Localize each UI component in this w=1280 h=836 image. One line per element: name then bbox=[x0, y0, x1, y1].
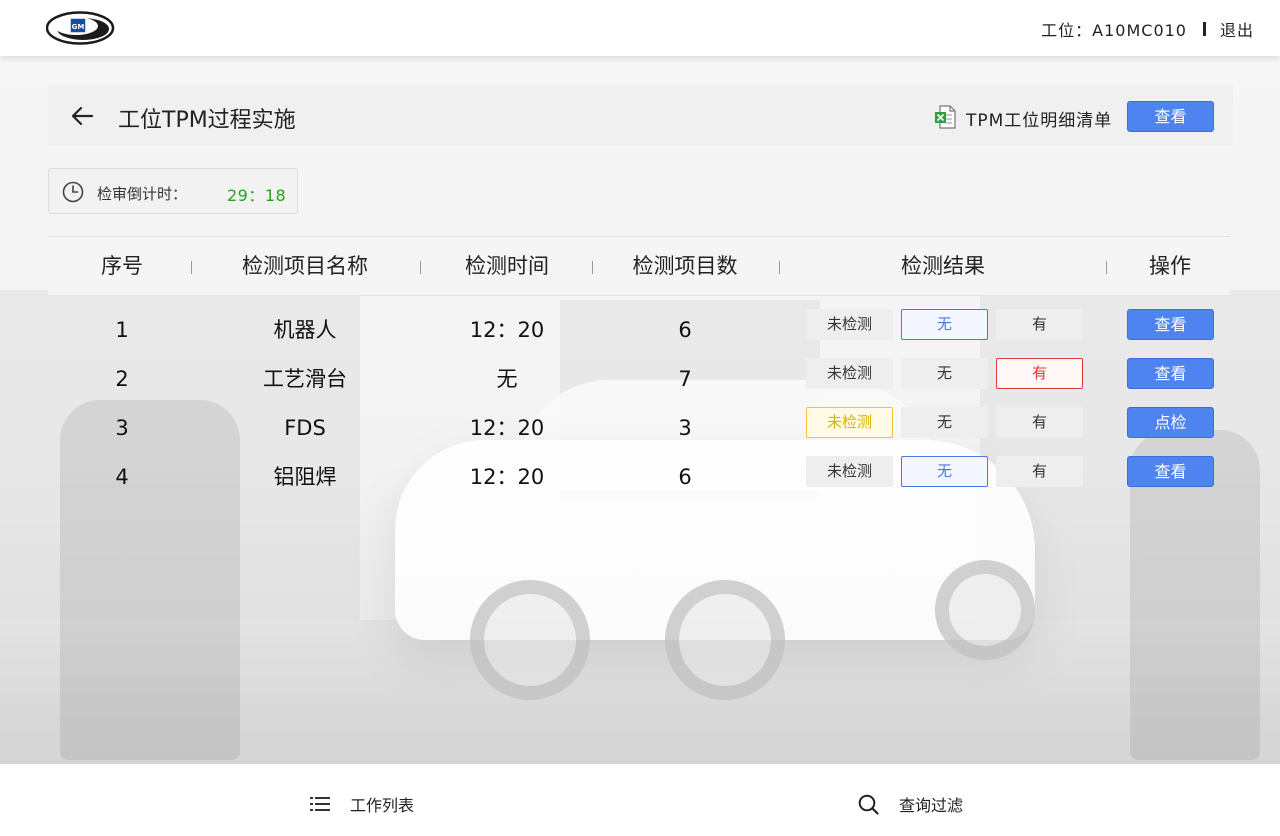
row-count: 6 bbox=[678, 465, 692, 489]
audit-countdown: 检审倒计时： 29：18 bbox=[48, 168, 298, 214]
result-unchecked-option[interactable]: 未检测 bbox=[806, 309, 893, 340]
row-count: 3 bbox=[678, 416, 692, 440]
clock-icon bbox=[62, 181, 84, 203]
svg-text:GM: GM bbox=[72, 23, 85, 31]
column-header-result: 检测结果 bbox=[901, 254, 985, 278]
title-panel: 工位TPM过程实施 TPM工位明细清单 查看 bbox=[48, 85, 1233, 146]
row-time: 12：20 bbox=[469, 416, 545, 440]
row-time: 12：20 bbox=[469, 465, 545, 489]
page-title: 工位TPM过程实施 bbox=[118, 108, 296, 133]
column-divider bbox=[191, 261, 192, 274]
nav-query-filter-label: 查询过滤 bbox=[899, 796, 964, 815]
row-view-button[interactable]: 查看 bbox=[1127, 309, 1214, 340]
countdown-value: 29：18 bbox=[227, 186, 287, 205]
nav-query-filter[interactable]: 查询过滤 bbox=[858, 792, 963, 816]
result-unchecked-option[interactable]: 未检测 bbox=[806, 456, 893, 487]
bottom-nav: 工作列表 查询过滤 bbox=[0, 764, 1280, 836]
column-header-time: 检测时间 bbox=[465, 254, 549, 278]
row-index: 4 bbox=[115, 465, 129, 489]
row-item-name: 铝阻焊 bbox=[273, 465, 337, 489]
column-header-count: 检测项目数 bbox=[632, 254, 738, 278]
row-item-name: 工艺滑台 bbox=[263, 367, 347, 391]
user-area: 工位：A10MC010 退出 bbox=[1041, 17, 1254, 41]
table-row: 3 FDS 12：20 3 未检测 无 有 点检 bbox=[48, 404, 1230, 453]
table-row: 4 铝阻焊 12：20 6 未检测 无 有 查看 bbox=[48, 453, 1230, 502]
table-header: 序号 检测项目名称 检测时间 检测项目数 检测结果 操作 bbox=[48, 236, 1230, 296]
result-yes-option[interactable]: 有 bbox=[996, 407, 1083, 438]
result-none-option[interactable]: 无 bbox=[901, 309, 988, 340]
column-divider bbox=[592, 261, 593, 274]
column-header-action: 操作 bbox=[1149, 254, 1191, 278]
row-view-button[interactable]: 查看 bbox=[1127, 456, 1214, 487]
tpm-detail-list-link[interactable]: TPM工位明细清单 bbox=[966, 106, 1112, 131]
column-header-name: 检测项目名称 bbox=[242, 254, 368, 278]
column-header-index: 序号 bbox=[101, 254, 143, 278]
gm-logo: GM bbox=[46, 11, 115, 45]
result-yes-option[interactable]: 有 bbox=[996, 358, 1083, 389]
row-item-name: FDS bbox=[284, 416, 326, 440]
result-none-option[interactable]: 无 bbox=[901, 456, 988, 487]
result-none-option[interactable]: 无 bbox=[901, 407, 988, 438]
row-index: 3 bbox=[115, 416, 129, 440]
row-item-name: 机器人 bbox=[273, 318, 337, 342]
row-time: 12：20 bbox=[469, 318, 545, 342]
separator bbox=[1202, 22, 1206, 36]
workstation-label: 工位：A10MC010 bbox=[1041, 21, 1187, 40]
row-count: 7 bbox=[678, 367, 692, 391]
arrow-left-icon[interactable] bbox=[70, 103, 96, 129]
top-bar: GM 工位：A10MC010 退出 bbox=[0, 0, 1280, 56]
row-index: 2 bbox=[115, 367, 129, 391]
table-row: 1 机器人 12：20 6 未检测 无 有 查看 bbox=[48, 306, 1230, 355]
excel-file-icon bbox=[935, 105, 956, 129]
result-none-option[interactable]: 无 bbox=[901, 358, 988, 389]
logout-link[interactable]: 退出 bbox=[1220, 17, 1254, 41]
row-inspect-button[interactable]: 点检 bbox=[1127, 407, 1214, 438]
view-detail-button[interactable]: 查看 bbox=[1127, 101, 1214, 132]
inspection-table: 序号 检测项目名称 检测时间 检测项目数 检测结果 操作 1 机器人 12：20… bbox=[48, 236, 1230, 502]
result-yes-option[interactable]: 有 bbox=[996, 456, 1083, 487]
result-yes-option[interactable]: 有 bbox=[996, 309, 1083, 340]
row-time: 无 bbox=[496, 367, 518, 391]
nav-work-list-label: 工作列表 bbox=[350, 796, 415, 815]
nav-work-list[interactable]: 工作列表 bbox=[310, 792, 414, 816]
search-icon bbox=[858, 794, 879, 815]
countdown-label: 检审倒计时： bbox=[97, 185, 188, 203]
table-row: 2 工艺滑台 无 7 未检测 无 有 查看 bbox=[48, 355, 1230, 404]
list-icon bbox=[310, 797, 330, 811]
row-count: 6 bbox=[678, 318, 692, 342]
result-unchecked-option[interactable]: 未检测 bbox=[806, 407, 893, 438]
row-view-button[interactable]: 查看 bbox=[1127, 358, 1214, 389]
row-index: 1 bbox=[115, 318, 129, 342]
result-unchecked-option[interactable]: 未检测 bbox=[806, 358, 893, 389]
